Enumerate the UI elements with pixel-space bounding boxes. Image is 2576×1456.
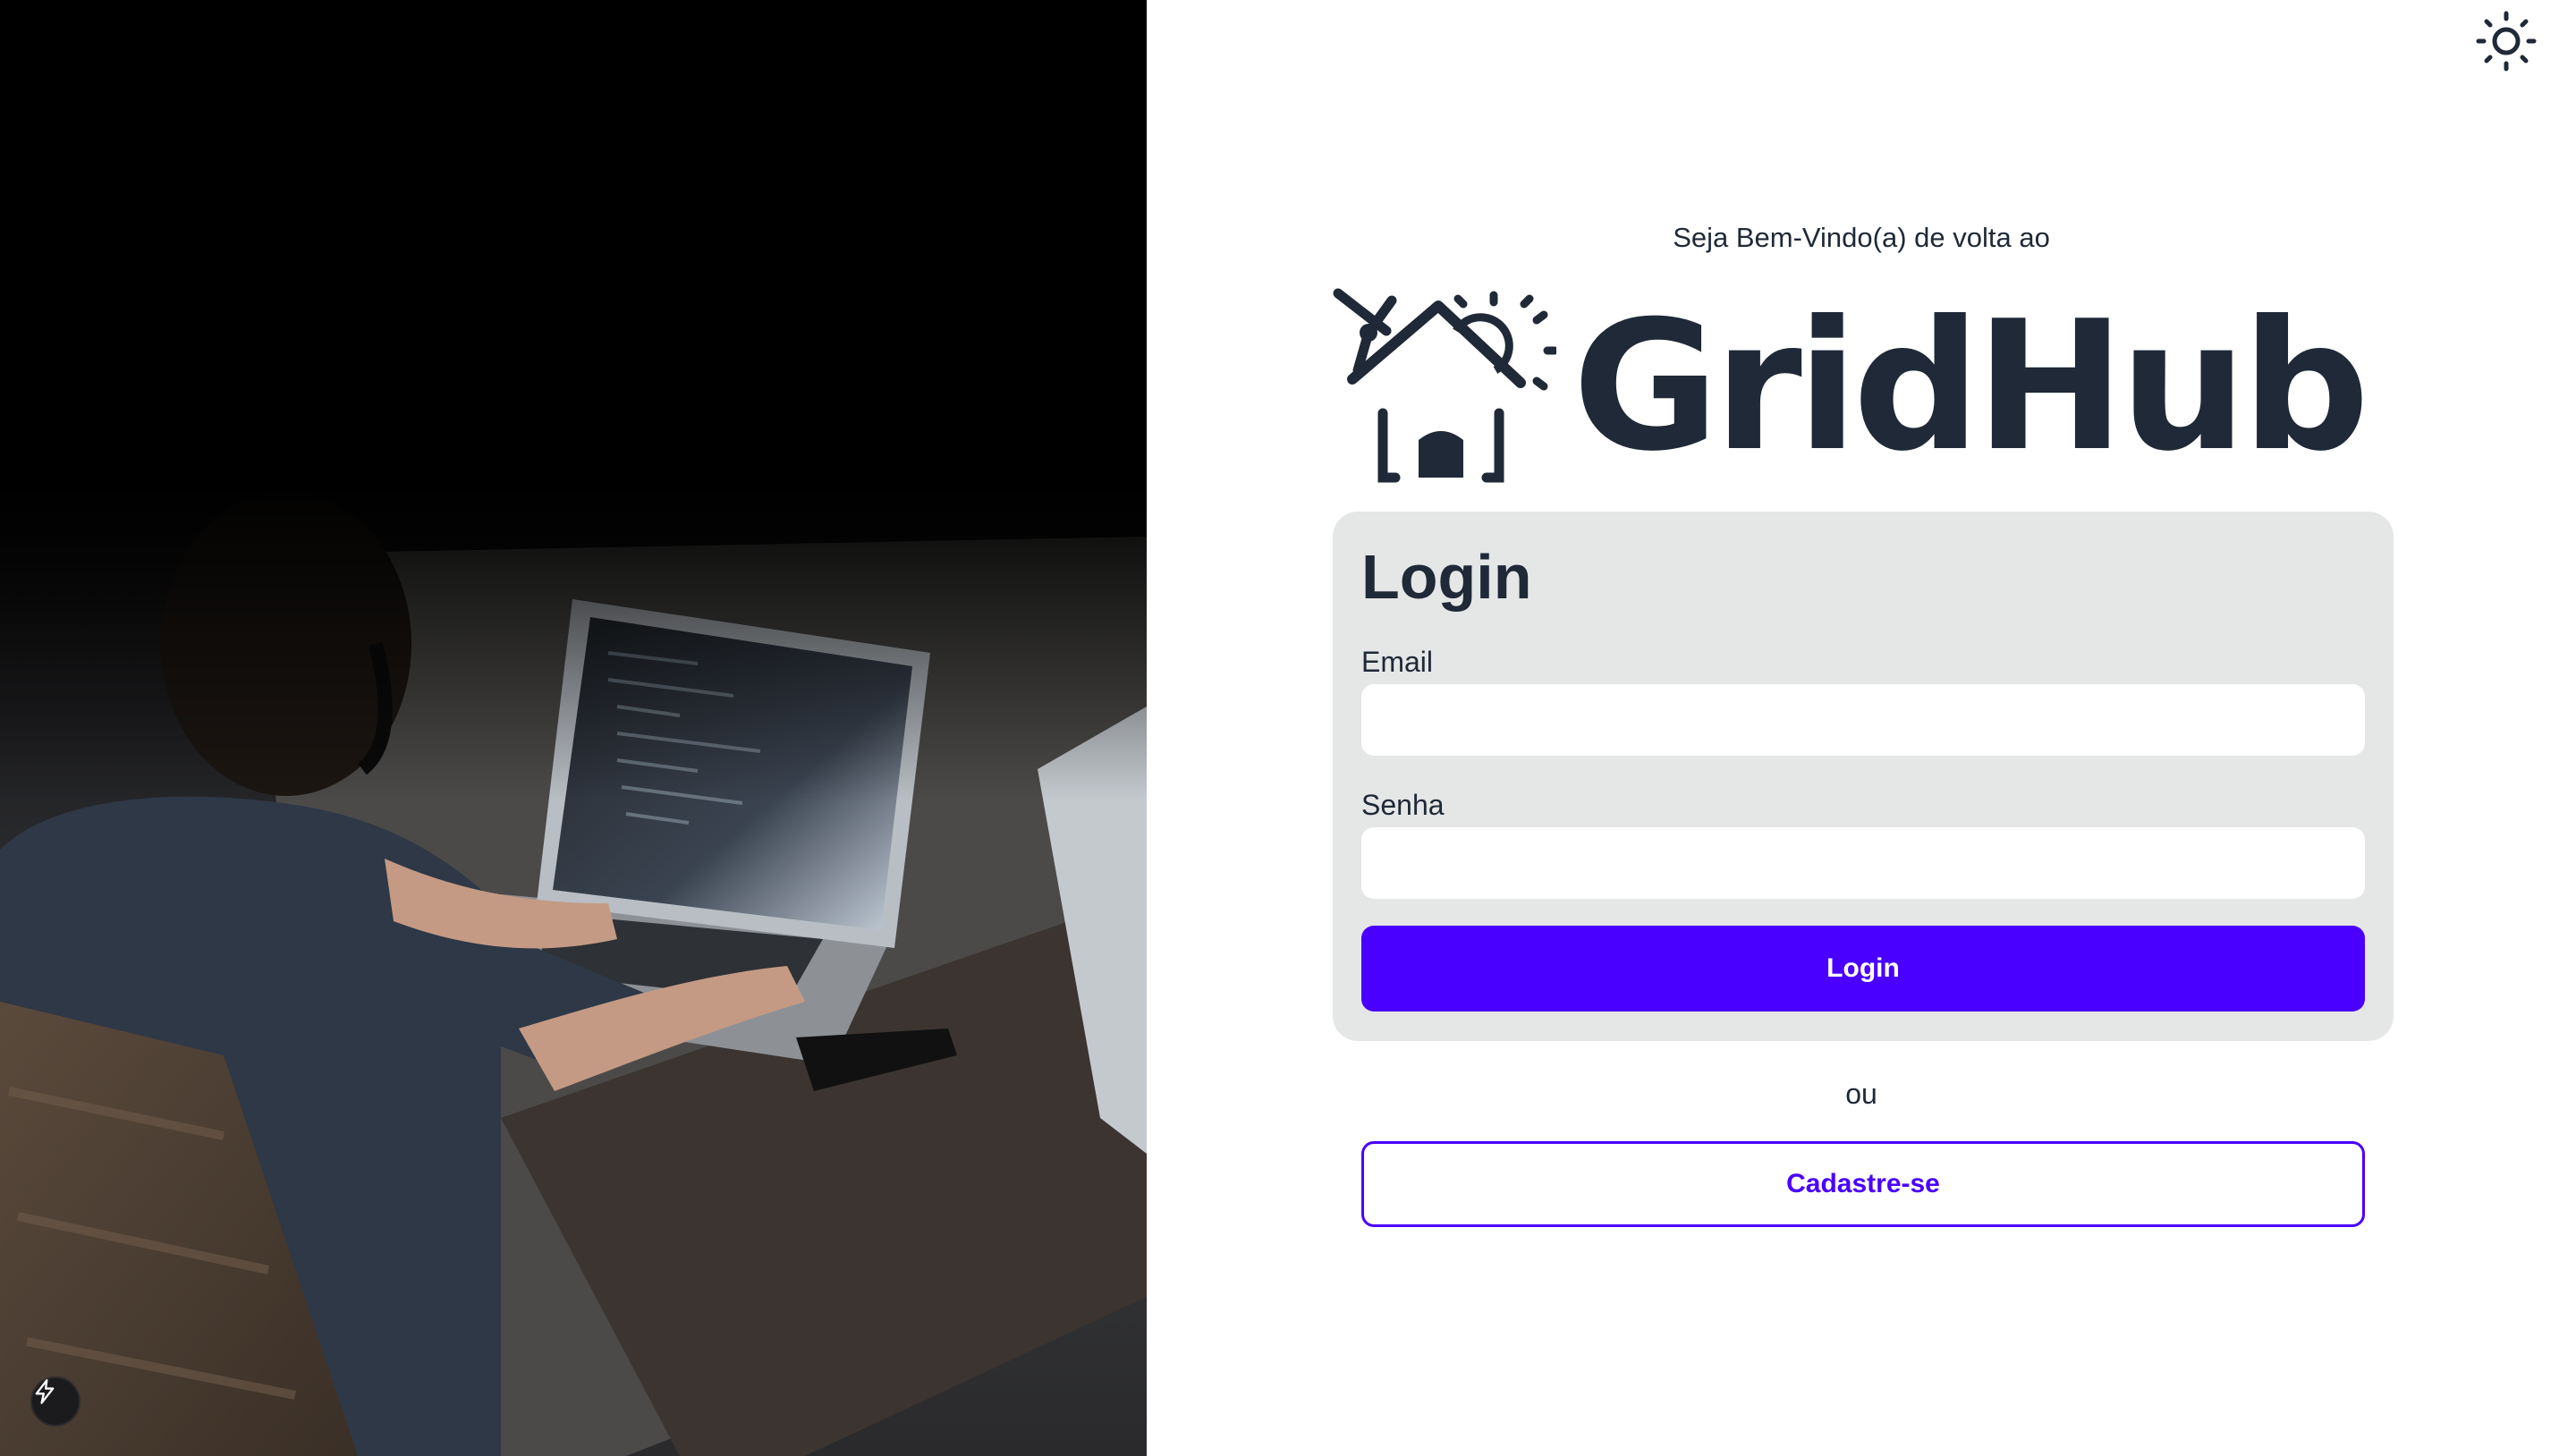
sun-icon	[2476, 11, 2537, 72]
email-field[interactable]	[1361, 684, 2365, 756]
hero-image	[0, 0, 1147, 1456]
welcome-text: Seja Bem-Vindo(a) de volta ao	[1673, 222, 2050, 253]
login-button[interactable]: Login	[1361, 926, 2365, 1012]
person-coding-photo	[0, 0, 1147, 1456]
theme-toggle-button[interactable]	[2474, 9, 2538, 73]
email-label: Email	[1361, 646, 1434, 678]
login-title: Login	[1361, 542, 1532, 612]
divider-text: ou	[1845, 1078, 1877, 1110]
gridhub-logo: GridHub	[1333, 288, 2576, 487]
lightning-icon	[35, 1379, 55, 1404]
login-panel: Seja Bem-Vindo(a) de volta ao GridHub Lo…	[1147, 0, 2576, 1456]
login-page: Seja Bem-Vindo(a) de volta ao GridHub Lo…	[0, 0, 2576, 1456]
password-field[interactable]	[1361, 827, 2365, 899]
password-label: Senha	[1361, 789, 1445, 821]
dev-tools-badge[interactable]	[30, 1376, 80, 1426]
house-solar-icon	[1333, 288, 1556, 483]
signup-button[interactable]: Cadastre-se	[1361, 1141, 2365, 1227]
login-card: Login Email Senha Login	[1333, 512, 2394, 1041]
brand-name: GridHub	[1572, 283, 2369, 491]
